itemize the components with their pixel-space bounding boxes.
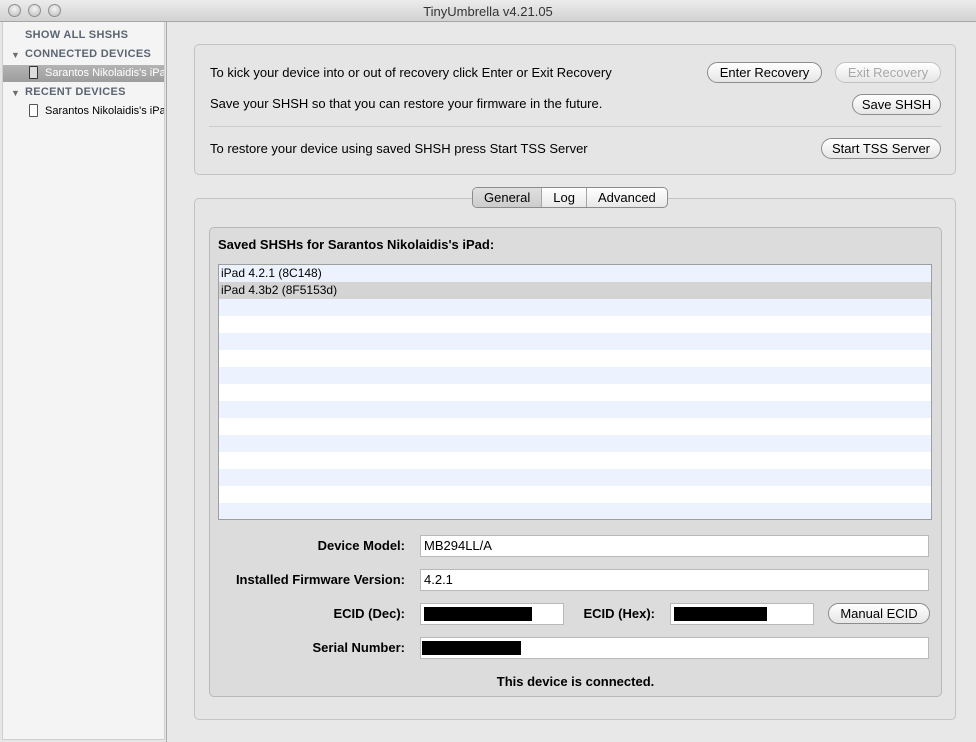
sidebar-show-all-shshs[interactable]: SHOW ALL SHSHS <box>25 29 128 41</box>
device-model-label: Device Model: <box>317 538 405 553</box>
ecid-dec-field[interactable] <box>420 603 564 625</box>
actions-panel: To kick your device into or out of recov… <box>194 44 956 175</box>
list-item[interactable] <box>219 316 931 333</box>
redacted-value <box>674 607 767 621</box>
list-item[interactable] <box>219 350 931 367</box>
start-tss-server-button[interactable]: Start TSS Server <box>821 138 941 159</box>
list-item[interactable] <box>219 435 931 452</box>
list-item[interactable] <box>219 384 931 401</box>
tab-log[interactable]: Log <box>542 188 587 207</box>
list-item[interactable] <box>219 503 931 519</box>
serial-number-field[interactable] <box>420 637 929 659</box>
ipad-icon <box>29 66 38 79</box>
list-item[interactable] <box>219 418 931 435</box>
firmware-version-label: Installed Firmware Version: <box>235 572 405 587</box>
ecid-dec-label: ECID (Dec): <box>333 606 405 621</box>
disclosure-triangle-icon[interactable]: ▼ <box>11 50 20 60</box>
list-item[interactable] <box>219 401 931 418</box>
tab-advanced[interactable]: Advanced <box>587 188 667 207</box>
serial-number-label: Serial Number: <box>312 640 405 655</box>
disclosure-triangle-icon[interactable]: ▼ <box>11 88 20 98</box>
sidebar-item-recent-device[interactable]: Sarantos Nikolaidis's iPad <box>3 103 165 120</box>
divider <box>209 126 941 127</box>
ipad-icon <box>29 104 38 117</box>
save-shsh-button[interactable]: Save SHSH <box>852 94 941 115</box>
list-item[interactable]: iPad 4.3b2 (8F5153d) <box>219 282 931 299</box>
list-item[interactable] <box>219 452 931 469</box>
save-instructions: Save your SHSH so that you can restore y… <box>210 96 603 111</box>
sidebar-list: SHOW ALL SHSHS ▼ CONNECTED DEVICES Saran… <box>2 22 165 740</box>
exit-recovery-button[interactable]: Exit Recovery <box>835 62 941 83</box>
connection-status: This device is connected. <box>496 674 655 689</box>
enter-recovery-button[interactable]: Enter Recovery <box>707 62 822 83</box>
list-item[interactable] <box>219 469 931 486</box>
tab-bar: General Log Advanced <box>472 187 668 208</box>
sidebar-header-recent-devices: RECENT DEVICES <box>25 86 126 98</box>
sidebar-header-connected-devices: CONNECTED DEVICES <box>25 48 152 60</box>
sidebar-item-connected-device[interactable]: Sarantos Nikolaidis's iPad <box>3 65 165 82</box>
list-item[interactable] <box>219 486 931 503</box>
saved-shshs-title: Saved SHSHs for Sarantos Nikolaidis's iP… <box>218 237 495 252</box>
redacted-value <box>424 607 532 621</box>
ecid-hex-field[interactable] <box>670 603 814 625</box>
title-bar: TinyUmbrella v4.21.05 <box>0 0 976 22</box>
window-title: TinyUmbrella v4.21.05 <box>423 4 553 19</box>
ecid-hex-label: ECID (Hex): <box>583 606 655 621</box>
sidebar-item-label: Sarantos Nikolaidis's iPad <box>45 105 165 117</box>
recovery-instructions: To kick your device into or out of recov… <box>210 65 612 80</box>
tab-general[interactable]: General <box>473 188 543 207</box>
list-item[interactable] <box>219 299 931 316</box>
sidebar-item-label: Sarantos Nikolaidis's iPad <box>45 67 165 79</box>
sidebar: SHOW ALL SHSHS ▼ CONNECTED DEVICES Saran… <box>0 22 167 742</box>
list-item[interactable] <box>219 333 931 350</box>
firmware-version-field[interactable]: 4.2.1 <box>420 569 929 591</box>
shsh-list[interactable]: iPad 4.2.1 (8C148) iPad 4.3b2 (8F5153d) <box>218 264 932 520</box>
list-item[interactable]: iPad 4.2.1 (8C148) <box>219 265 931 282</box>
tss-instructions: To restore your device using saved SHSH … <box>210 141 588 156</box>
list-item[interactable] <box>219 367 931 384</box>
device-model-field[interactable]: MB294LL/A <box>420 535 929 557</box>
redacted-value <box>422 641 521 655</box>
manual-ecid-button[interactable]: Manual ECID <box>828 603 930 624</box>
